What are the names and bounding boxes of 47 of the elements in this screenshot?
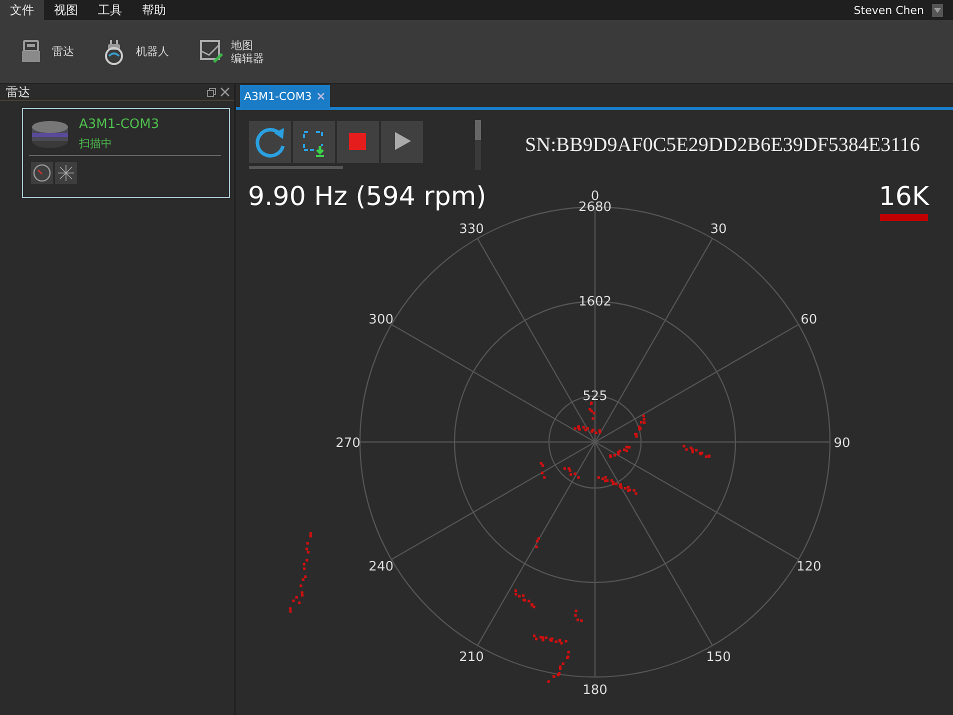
angle-label: 240 [368,560,394,574]
scan-frequency: 9.90 Hz (594 rpm) [248,182,486,212]
burst-icon [57,164,75,182]
capture-button[interactable] [293,121,335,163]
angle-label: 270 [336,436,360,451]
scan-button[interactable] [55,162,77,184]
lidar-device-icon [31,119,69,149]
restore-icon [207,88,216,96]
scrollbar[interactable] [475,120,481,170]
user-name[interactable]: Steven Chen [854,0,924,20]
tab[interactable]: A3M1-COM3 × [240,85,330,107]
map-edit-icon [199,38,223,64]
refresh-button[interactable] [249,121,291,163]
panel-title: 雷达 [6,84,31,100]
angle-label: 60 [800,312,818,328]
gauge-button[interactable] [31,162,53,184]
angle-label: 180 [582,683,608,698]
menu-item[interactable]: 文件 [0,0,44,20]
range-label: 525 [582,388,608,404]
serial-number: SN:BB9D9AF0C5E29DD2B6E39DF5384E3116 [525,134,920,156]
sample-rate-bar [880,214,928,221]
caret-icon [934,8,941,12]
device-status: 扫描中 [79,136,113,151]
menu-item[interactable]: 视图 [44,0,88,20]
toolbar-button[interactable]: 地图 编辑器 [199,38,264,64]
angle-label: 330 [459,222,484,238]
toolbar-button[interactable]: 机器人 [104,38,169,64]
gauge-icon [33,164,51,182]
menu-item[interactable]: 帮助 [132,0,176,20]
angle-label: 90 [834,436,850,451]
angle-label: 210 [459,650,484,665]
toolbar-button[interactable]: 雷达 [20,38,74,64]
device-card[interactable]: A3M1-COM3 扫描中 [22,108,230,198]
play-button[interactable] [381,121,423,163]
angle-label: 120 [796,560,822,574]
restore-button[interactable] [207,88,216,96]
device-name: A3M1-COM3 [79,117,160,132]
sample-rate: 16K [878,182,929,212]
range-label: 2680 [578,200,612,215]
menu-item[interactable]: 工具 [88,0,132,20]
angle-label: 150 [706,650,731,665]
range-label: 1602 [578,294,612,310]
angle-label: 300 [368,312,394,328]
angle-label: 30 [710,222,727,238]
close-icon [220,87,230,97]
dropdown-button[interactable] [932,4,943,16]
close-button[interactable] [220,87,230,97]
